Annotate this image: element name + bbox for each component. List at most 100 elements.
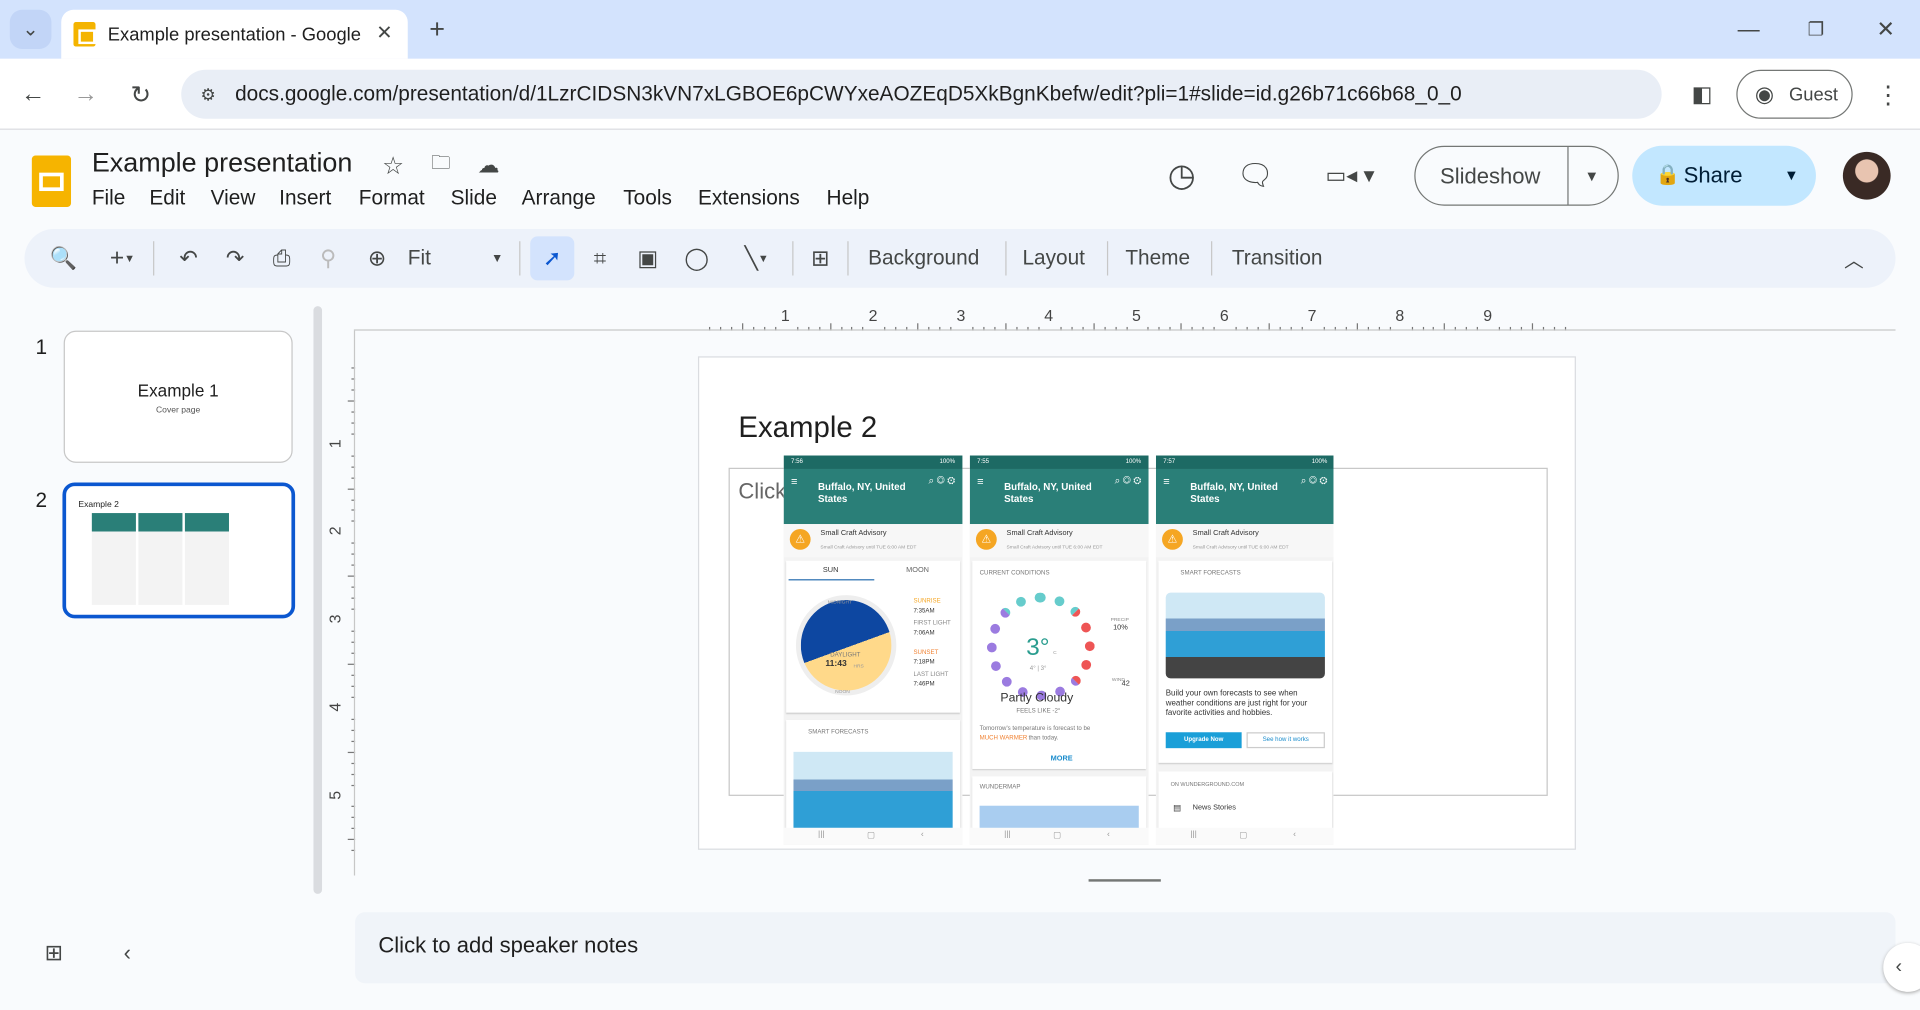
move-folder-icon[interactable]: 🗀 [427, 152, 454, 179]
wind-value: 42 [1121, 680, 1130, 689]
current-conditions-card: CURRENT CONDITIONS 3° C 4° | 3° PRECIP 1… [972, 560, 1147, 769]
vertical-ruler[interactable]: 1 2 3 4 5 [326, 356, 356, 852]
recents-icon: ||| [817, 830, 825, 839]
redo-icon[interactable]: ↷ [220, 244, 249, 273]
back-icon[interactable]: ← [18, 80, 47, 109]
grid-view-icon[interactable]: ⊞ [39, 938, 68, 967]
browser-tab[interactable]: Example presentation - Google ✕ [61, 9, 408, 59]
transition-button[interactable]: Transition [1232, 246, 1323, 270]
text-box-icon[interactable]: ⌗ [585, 244, 614, 273]
restore-icon[interactable]: ❐ [1801, 15, 1830, 44]
tab-indicator [788, 579, 875, 581]
recents-icon: ||| [1004, 830, 1011, 839]
slideshow-button[interactable]: Slideshow [1440, 164, 1540, 190]
zoom-select[interactable]: Fit [408, 246, 431, 270]
insert-comment-icon[interactable]: ⊞ [806, 244, 835, 273]
slide-thumbnail-2[interactable]: Example 2 [62, 482, 296, 619]
collapse-toolbar-icon[interactable]: ︿ [1839, 244, 1868, 273]
theme-button[interactable]: Theme [1125, 246, 1190, 270]
sunrise-label: SUNRISE [913, 597, 941, 605]
menu-arrange[interactable]: Arrange [522, 186, 596, 210]
site-settings-icon[interactable]: ⚙ [196, 82, 220, 106]
meet-icon[interactable]: ▭◂ ▾ [1316, 157, 1383, 194]
collapse-filmstrip-icon[interactable]: ‹ [113, 938, 142, 967]
ruler-label: 2 [868, 306, 878, 325]
slide-number: 2 [35, 488, 48, 512]
profile-button[interactable]: ◉ Guest [1736, 69, 1853, 119]
cloud-saved-icon[interactable]: ☁ [475, 152, 502, 179]
divider [1567, 146, 1569, 205]
battery-status: 100% [939, 457, 956, 466]
star-icon[interactable]: ☆ [380, 152, 407, 179]
undo-icon[interactable]: ↶ [174, 244, 203, 273]
shape-icon[interactable]: ◯ [682, 244, 711, 273]
zoom-dropdown-icon[interactable]: ▼ [487, 244, 507, 273]
menu-help[interactable]: Help [827, 186, 870, 210]
menu-insert[interactable]: Insert [279, 186, 331, 210]
line-icon[interactable]: ╲ ▼ [730, 244, 784, 273]
new-slide-icon[interactable]: + ▼ [98, 244, 147, 273]
speaker-notes[interactable]: Click to add speaker notes [355, 912, 1896, 984]
map-image [979, 805, 1139, 831]
image-icon[interactable]: ▣ [633, 244, 662, 273]
menu-slide[interactable]: Slide [451, 186, 497, 210]
temperature: 3° [1026, 634, 1050, 662]
side-panel-toggle-icon[interactable]: ‹ [1883, 942, 1920, 992]
menu-file[interactable]: File [92, 186, 126, 210]
print-icon[interactable]: ⎙ [267, 244, 296, 273]
select-tool-icon[interactable]: ➚ [530, 236, 575, 281]
minimize-icon[interactable]: — [1734, 15, 1763, 44]
notes-resize-handle[interactable] [1088, 879, 1161, 882]
ruler-label: 5 [325, 790, 345, 800]
status-bar: 7:56 100% [783, 455, 963, 469]
battery-status: 100% [1125, 457, 1142, 466]
menu-extensions[interactable]: Extensions [698, 186, 800, 210]
forward-icon[interactable]: → [71, 80, 100, 109]
document-title[interactable]: Example presentation [92, 147, 353, 179]
phone-screenshot-conditions[interactable]: 7:55 100% ≡ ⌕ ◎ ⚙ Buffalo, NY, United Stat… [969, 455, 1149, 845]
forecast-illustration [1165, 592, 1325, 679]
menu-format[interactable]: Format [359, 186, 425, 210]
menu-view[interactable]: View [211, 186, 256, 210]
sunrise-time: 7:35AM [913, 607, 935, 615]
paint-format-icon[interactable]: ⚲ [313, 244, 342, 273]
tab-sun: SUN [822, 566, 839, 575]
slides-logo[interactable] [31, 155, 72, 207]
browser-menu-icon[interactable]: ⋮ [1873, 80, 1902, 109]
share-button[interactable]: Share [1684, 163, 1743, 189]
phone-screenshot-smart-forecasts[interactable]: 7:57 100% ≡ ⌕ ◎ ⚙ Buffalo, NY, United Stat… [1155, 455, 1334, 845]
menu-tools[interactable]: Tools [623, 186, 672, 210]
menu-edit[interactable]: Edit [149, 186, 185, 210]
version-history-icon[interactable]: ◷ [1163, 156, 1200, 194]
back-nav-icon: ‹ [920, 830, 924, 839]
tab-search-chevron-icon[interactable]: ⌄ [9, 9, 52, 49]
close-tab-icon[interactable]: ✕ [372, 21, 396, 45]
status-bar: 7:55 100% [969, 455, 1149, 469]
background-button[interactable]: Background [868, 246, 979, 270]
location: Buffalo, NY, United States [1190, 481, 1278, 505]
side-panel-icon[interactable]: ◧ [1687, 80, 1716, 109]
url-input[interactable]: ⚙ docs.google.com/presentation/d/1LzrCID… [181, 69, 1662, 119]
smart-forecasts-card: SMART FORECASTS Build your own forecasts… [1158, 560, 1333, 763]
slide-thumbnail-1[interactable]: Example 1 Cover page [63, 330, 293, 463]
search-menus-icon[interactable]: 🔍 [49, 244, 78, 273]
advisory-detail: Small Craft Advisory until TUE 6:00 AM E… [1192, 543, 1289, 550]
status-time: 7:55 [977, 457, 990, 466]
horizontal-ruler[interactable]: 1 2 3 4 5 6 7 8 9 [698, 306, 1576, 331]
zoom-icon[interactable]: ⊕ [362, 244, 391, 273]
filmstrip-scrollbar[interactable] [313, 306, 323, 894]
placeholder-text: Click [738, 478, 787, 504]
more-link: MORE [1050, 755, 1073, 763]
reload-icon[interactable]: ↻ [126, 80, 155, 109]
share-dropdown-icon[interactable]: ▼ [1777, 160, 1806, 189]
slide-title[interactable]: Example 2 [738, 411, 877, 445]
layout-button[interactable]: Layout [1022, 246, 1085, 270]
advisory-title: Small Craft Advisory [1192, 530, 1259, 538]
comments-icon[interactable]: 🗨 [1236, 157, 1273, 194]
new-tab-icon[interactable]: + [422, 13, 451, 44]
avatar[interactable] [1842, 151, 1891, 200]
slideshow-dropdown-icon[interactable]: ▼ [1577, 162, 1606, 191]
close-window-icon[interactable]: ✕ [1871, 15, 1900, 44]
warning-icon: ⚠ [789, 528, 811, 550]
phone-screenshot-sun[interactable]: 7:56 100% ≡ ⌕ ◎ ⚙ Buffalo, NY, United Stat… [783, 455, 963, 845]
